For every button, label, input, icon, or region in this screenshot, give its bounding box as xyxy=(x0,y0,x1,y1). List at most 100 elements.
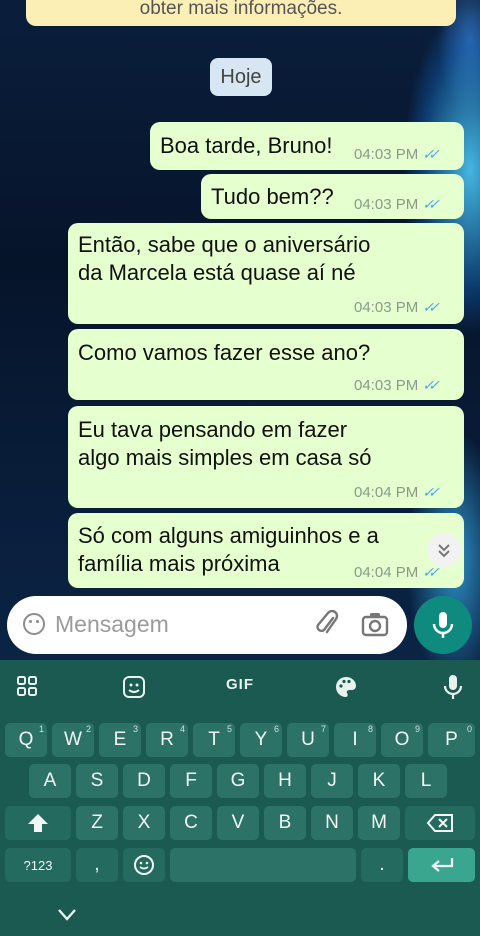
key-s[interactable]: S xyxy=(76,764,118,798)
key-z[interactable]: Z xyxy=(76,806,118,840)
key-label: Y xyxy=(254,729,268,750)
message-text-line1: Eu tava pensando em fazer xyxy=(78,417,348,442)
key-f[interactable]: F xyxy=(170,764,212,798)
key-hint: 7 xyxy=(320,724,326,734)
keyboard-mic-icon[interactable] xyxy=(441,673,465,701)
key-label: W xyxy=(64,729,82,750)
key-label: Q xyxy=(18,729,34,750)
key-label: B xyxy=(278,812,292,833)
message-time: 04:03 PM xyxy=(354,146,419,163)
key-label: I xyxy=(352,729,358,750)
scroll-down-button[interactable] xyxy=(427,533,461,567)
keyboard xyxy=(0,660,480,936)
key-label: K xyxy=(372,770,386,791)
key-label: T xyxy=(208,729,220,750)
double-check-icon: ✓✓ xyxy=(422,564,440,580)
message-text-line1: Então, sabe que o aniversário xyxy=(78,232,371,257)
key-j[interactable]: J xyxy=(311,764,353,798)
key-t[interactable]: T5 xyxy=(193,723,235,757)
key-label: . xyxy=(379,854,385,875)
message-bubble[interactable]: Boa tarde, Bruno! 04:03 PM ✓✓ xyxy=(150,122,464,170)
key-l[interactable]: L xyxy=(405,764,447,798)
message-composer[interactable]: Mensagem xyxy=(7,596,407,654)
apps-grid-icon[interactable] xyxy=(16,675,38,697)
microphone-icon xyxy=(432,612,454,638)
key-n[interactable]: N xyxy=(311,806,353,840)
key-label: J xyxy=(327,770,337,791)
key-u[interactable]: U7 xyxy=(287,723,329,757)
key-label: N xyxy=(325,812,339,833)
key-r[interactable]: R4 xyxy=(146,723,188,757)
message-meta: 04:04 PM ✓✓ xyxy=(354,484,440,501)
key-c[interactable]: C xyxy=(170,806,212,840)
double-check-icon: ✓✓ xyxy=(422,299,440,315)
gif-button[interactable]: GIF xyxy=(226,676,254,693)
key-k[interactable]: K xyxy=(358,764,400,798)
key-hint: 5 xyxy=(226,724,232,734)
key-label: X xyxy=(137,812,151,833)
key-label: H xyxy=(278,770,292,791)
key-label: A xyxy=(43,770,57,791)
shift-arrow-icon xyxy=(28,814,48,832)
message-bubble[interactable]: Como vamos fazer esse ano? 04:03 PM ✓✓ xyxy=(68,329,464,400)
enter-arrow-icon xyxy=(430,858,453,872)
key-b[interactable]: B xyxy=(264,806,306,840)
message-text-line2: algo mais simples em casa só xyxy=(78,445,372,470)
paperclip-icon[interactable] xyxy=(315,610,341,640)
key-e[interactable]: E3 xyxy=(99,723,141,757)
message-input[interactable]: Mensagem xyxy=(55,611,169,638)
key-label: Z xyxy=(91,812,103,833)
key-p[interactable]: P0 xyxy=(428,723,475,757)
message-bubble[interactable]: Eu tava pensando em fazer algo mais simp… xyxy=(68,406,464,508)
mic-button[interactable] xyxy=(414,596,472,654)
palette-icon[interactable] xyxy=(334,675,358,699)
key-hint: 3 xyxy=(132,724,138,734)
key-x[interactable]: X xyxy=(123,806,165,840)
key-label: U xyxy=(301,729,315,750)
key-hint: 4 xyxy=(179,724,185,734)
key-label: ?123 xyxy=(23,857,53,873)
key-h[interactable]: H xyxy=(264,764,306,798)
key-label: S xyxy=(90,770,104,791)
key-m[interactable]: M xyxy=(358,806,400,840)
emoji-key[interactable] xyxy=(123,848,165,882)
key-y[interactable]: Y6 xyxy=(240,723,282,757)
message-time: 04:04 PM xyxy=(354,564,419,581)
system-banner-text: obter mais informações. xyxy=(139,0,343,19)
backspace-key[interactable] xyxy=(405,806,475,840)
message-bubble[interactable]: Então, sabe que o aniversário da Marcela… xyxy=(68,223,464,324)
key-label: M xyxy=(371,812,387,833)
enter-key[interactable] xyxy=(408,848,475,882)
space-key[interactable] xyxy=(170,848,356,882)
key-q[interactable]: Q1 xyxy=(5,723,47,757)
shift-key[interactable] xyxy=(5,806,71,840)
message-text: Como vamos fazer esse ano? xyxy=(78,340,371,365)
period-key[interactable]: . xyxy=(361,848,403,882)
key-a[interactable]: A xyxy=(29,764,71,798)
key-g[interactable]: G xyxy=(217,764,259,798)
message-bubble[interactable]: Tudo bem?? 04:03 PM ✓✓ xyxy=(201,174,464,219)
emoji-icon[interactable] xyxy=(23,613,45,635)
key-hint: 8 xyxy=(367,724,373,734)
key-v[interactable]: V xyxy=(217,806,259,840)
key-o[interactable]: O9 xyxy=(381,723,423,757)
key-label: D xyxy=(137,770,151,791)
key-label: G xyxy=(230,770,246,791)
emoji-icon xyxy=(134,855,154,875)
camera-icon[interactable] xyxy=(361,611,389,637)
chevron-down-icon[interactable] xyxy=(56,906,78,924)
double-check-icon: ✓✓ xyxy=(422,146,440,162)
message-text-line1: Só com alguns amiguinhos e a xyxy=(78,523,379,548)
symbols-key[interactable]: ?123 xyxy=(5,848,71,882)
key-d[interactable]: D xyxy=(123,764,165,798)
key-hint: 0 xyxy=(466,724,472,734)
chevron-double-down-icon xyxy=(438,544,450,558)
message-text: Boa tarde, Bruno! xyxy=(160,133,333,158)
key-i[interactable]: I8 xyxy=(334,723,376,757)
message-bubble[interactable]: Só com alguns amiguinhos e a família mai… xyxy=(68,513,464,588)
comma-key[interactable]: , xyxy=(76,848,118,882)
sticker-icon[interactable] xyxy=(122,675,146,699)
message-meta: 04:03 PM ✓✓ xyxy=(354,299,440,316)
backspace-icon xyxy=(426,814,453,832)
key-w[interactable]: W2 xyxy=(52,723,94,757)
